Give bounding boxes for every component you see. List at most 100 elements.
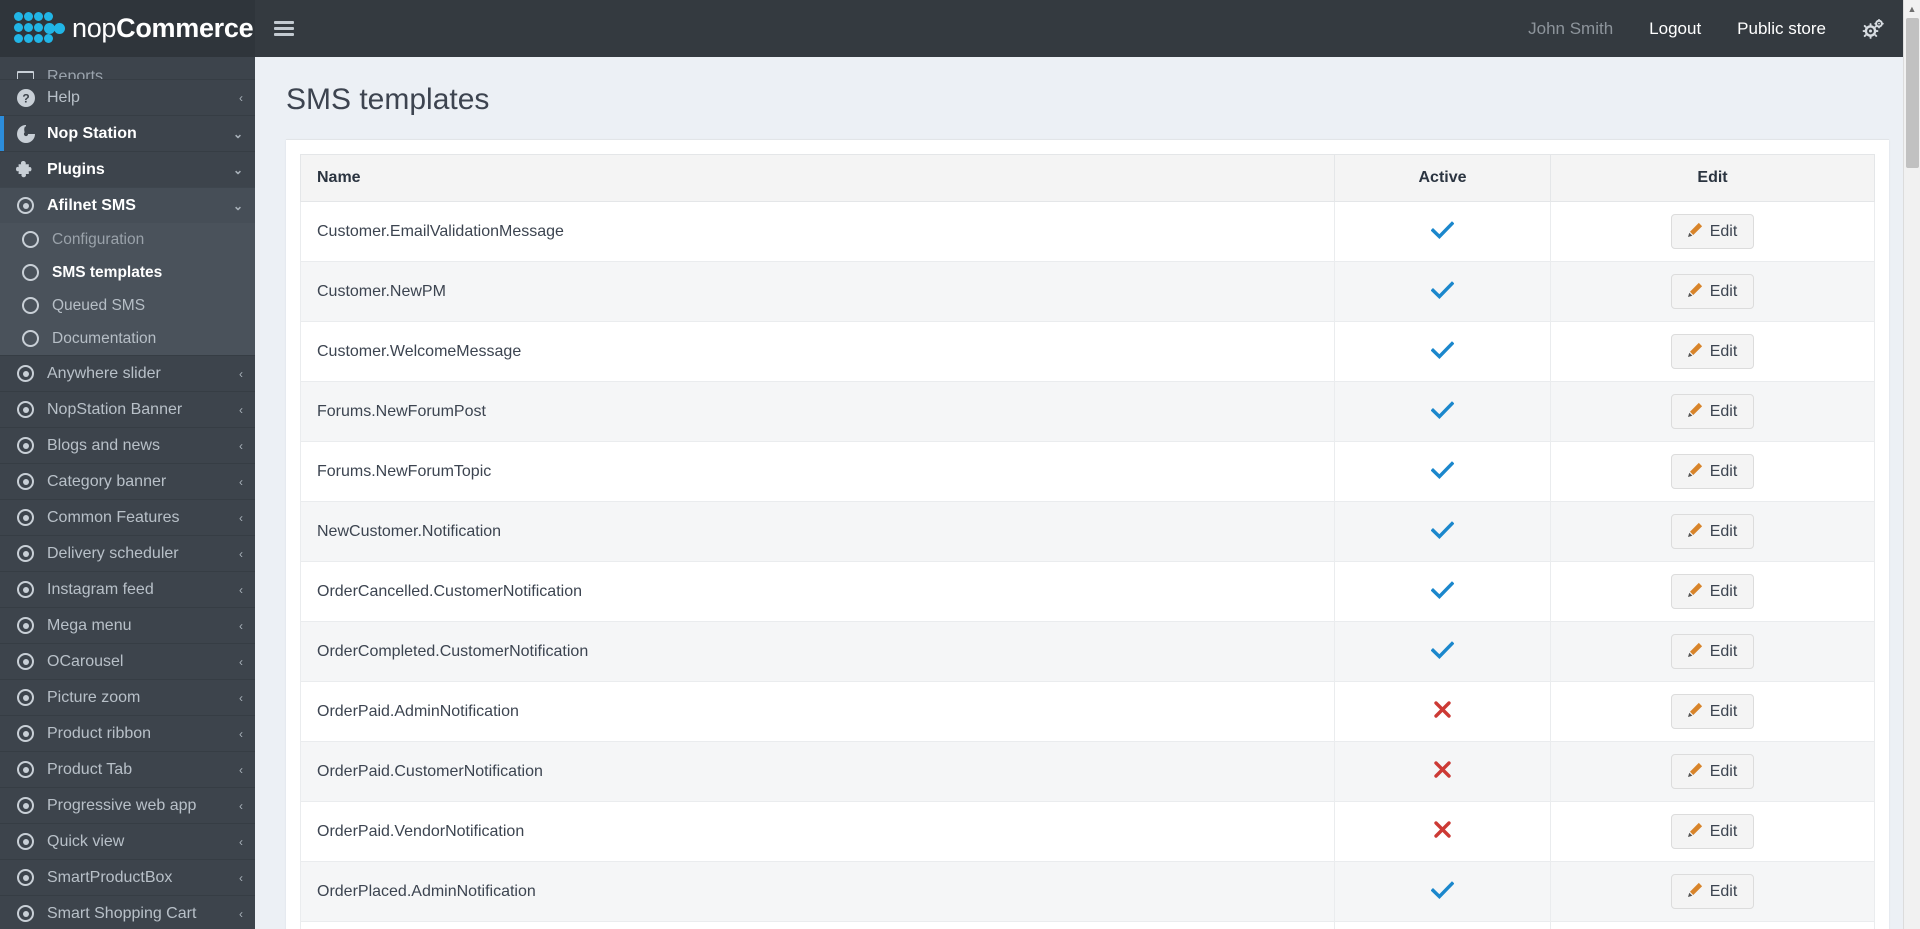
table-row: NewCustomer.Notification Edit [300,501,1875,562]
sidebar-item-product-tab[interactable]: Product Tab ‹ [0,751,255,787]
sidebar-item-reports[interactable]: Reports [0,57,255,79]
sidebar-item-instagram-feed[interactable]: Instagram feed ‹ [0,571,255,607]
column-header-active[interactable]: Active [1334,154,1551,202]
cell-name: OrderPlaced.CustomerNotification [300,921,1335,929]
sidebar-item-nopstation-banner[interactable]: NopStation Banner ‹ [0,391,255,427]
radio-filled-icon [13,905,38,922]
cell-edit: Edit [1550,801,1875,862]
sidebar-item-picture-zoom[interactable]: Picture zoom ‹ [0,679,255,715]
sidebar-logo[interactable]: nopCommerce [0,0,255,57]
radio-empty-icon [18,297,43,314]
user-name-link[interactable]: John Smith [1510,0,1631,57]
column-header-edit[interactable]: Edit [1550,154,1875,202]
table-row: OrderPaid.CustomerNotification Edit [300,741,1875,802]
chevron-left-icon[interactable]: ‹ [239,655,243,669]
edit-button[interactable]: Edit [1670,574,1755,609]
sidebar-item-label: Category banner [47,472,167,490]
pencil-icon [1687,642,1703,661]
scroll-up-arrow[interactable]: ▲ [1904,0,1920,17]
sidebar-item-product-ribbon[interactable]: Product ribbon ‹ [0,715,255,751]
edit-button[interactable]: Edit [1670,334,1755,369]
sidebar-item-smart-shopping-cart[interactable]: Smart Shopping Cart ‹ [0,895,255,929]
sidebar-item-sms-templates[interactable]: SMS templates [0,256,255,289]
sidebar-item-label: Reports [47,68,104,79]
sidebar-item-anywhere-slider[interactable]: Anywhere slider ‹ [0,355,255,391]
scrollbar-thumb[interactable] [1906,18,1919,168]
sidebar-item-label: Queued SMS [52,296,146,314]
column-header-name[interactable]: Name [300,154,1335,202]
chevron-down-icon[interactable]: ⌄ [233,127,243,141]
chevron-left-icon[interactable]: ‹ [239,871,243,885]
page-scrollbar[interactable]: ▲ [1903,0,1920,929]
edit-button[interactable]: Edit [1670,874,1755,909]
edit-button[interactable]: Edit [1670,754,1755,789]
sidebar-item-category-banner[interactable]: Category banner ‹ [0,463,255,499]
chevron-left-icon[interactable]: ‹ [239,799,243,813]
sidebar-item-delivery-scheduler[interactable]: Delivery scheduler ‹ [0,535,255,571]
cell-active [1334,261,1551,322]
chevron-left-icon[interactable]: ‹ [239,907,243,921]
edit-button-label: Edit [1709,882,1738,900]
edit-button[interactable]: Edit [1670,694,1755,729]
chevron-down-icon[interactable]: ⌄ [233,199,243,213]
check-icon [1430,398,1455,425]
edit-button-label: Edit [1709,282,1738,300]
edit-button-label: Edit [1709,222,1738,240]
sidebar-item-documentation[interactable]: Documentation [0,322,255,355]
sidebar-item-plugins[interactable]: Plugins ⌄ [0,151,255,187]
sidebar-item-ocarousel[interactable]: OCarousel ‹ [0,643,255,679]
chevron-left-icon[interactable]: ‹ [239,367,243,381]
chevron-left-icon[interactable]: ‹ [239,583,243,597]
edit-button[interactable]: Edit [1670,814,1755,849]
chevron-left-icon[interactable]: ‹ [239,763,243,777]
topbar-nav: John Smith Logout Public store [1510,0,1920,57]
sidebar-item-quick-view[interactable]: Quick view ‹ [0,823,255,859]
sidebar-item-label: NopStation Banner [47,400,183,418]
edit-button[interactable]: Edit [1670,634,1755,669]
edit-button[interactable]: Edit [1670,454,1755,489]
sidebar-item-nop-station[interactable]: Nop Station ⌄ [0,115,255,151]
sidebar-item-help[interactable]: ? Help ‹ [0,79,255,115]
chevron-left-icon[interactable]: ‹ [239,475,243,489]
chevron-left-icon[interactable]: ‹ [239,511,243,525]
sidebar-item-progressive-web-app[interactable]: Progressive web app ‹ [0,787,255,823]
sidebar-item-blogs-and-news[interactable]: Blogs and news ‹ [0,427,255,463]
brand-name: nopCommerce [72,13,254,43]
edit-button[interactable]: Edit [1670,274,1755,309]
cell-edit: Edit [1550,441,1875,502]
edit-button-label: Edit [1709,342,1738,360]
chevron-left-icon[interactable]: ‹ [239,91,243,105]
hamburger-icon[interactable] [255,0,313,57]
sidebar-item-mega-menu[interactable]: Mega menu ‹ [0,607,255,643]
chevron-left-icon[interactable]: ‹ [239,619,243,633]
sms-templates-card: Name Active Edit Customer.EmailValidatio… [286,139,1889,929]
chevron-left-icon[interactable]: ‹ [239,691,243,705]
table-row: Customer.EmailValidationMessage Edit [300,201,1875,262]
sidebar-item-afilnet-sms[interactable]: Afilnet SMS ⌄ [0,187,255,223]
check-icon [1430,518,1455,545]
pencil-icon [1687,762,1703,781]
sms-templates-table: Name Active Edit Customer.EmailValidatio… [300,154,1875,929]
sidebar-item-label: Mega menu [47,616,132,634]
edit-button[interactable]: Edit [1670,214,1755,249]
cell-edit: Edit [1550,741,1875,802]
chevron-left-icon[interactable]: ‹ [239,439,243,453]
sidebar-item-configuration[interactable]: Configuration [0,223,255,256]
chevron-left-icon[interactable]: ‹ [239,835,243,849]
edit-button[interactable]: Edit [1670,394,1755,429]
sidebar-nav: Reports? Help ‹ Nop Station ⌄ Plugins ⌄ Afilnet… [0,57,255,929]
edit-button[interactable]: Edit [1670,514,1755,549]
chevron-left-icon[interactable]: ‹ [239,547,243,561]
chevron-left-icon[interactable]: ‹ [239,403,243,417]
sidebar-item-queued-sms[interactable]: Queued SMS [0,289,255,322]
sidebar-item-label: Delivery scheduler [47,544,179,562]
sidebar-item-smartproductbox[interactable]: SmartProductBox ‹ [0,859,255,895]
logout-link[interactable]: Logout [1631,0,1719,57]
edit-button-label: Edit [1709,522,1738,540]
chevron-left-icon[interactable]: ‹ [239,727,243,741]
chevron-down-icon[interactable]: ⌄ [233,163,243,177]
public-store-link[interactable]: Public store [1719,0,1844,57]
double-gear-icon[interactable] [1844,18,1898,39]
sidebar-item-common-features[interactable]: Common Features ‹ [0,499,255,535]
pencil-icon [1687,582,1703,601]
